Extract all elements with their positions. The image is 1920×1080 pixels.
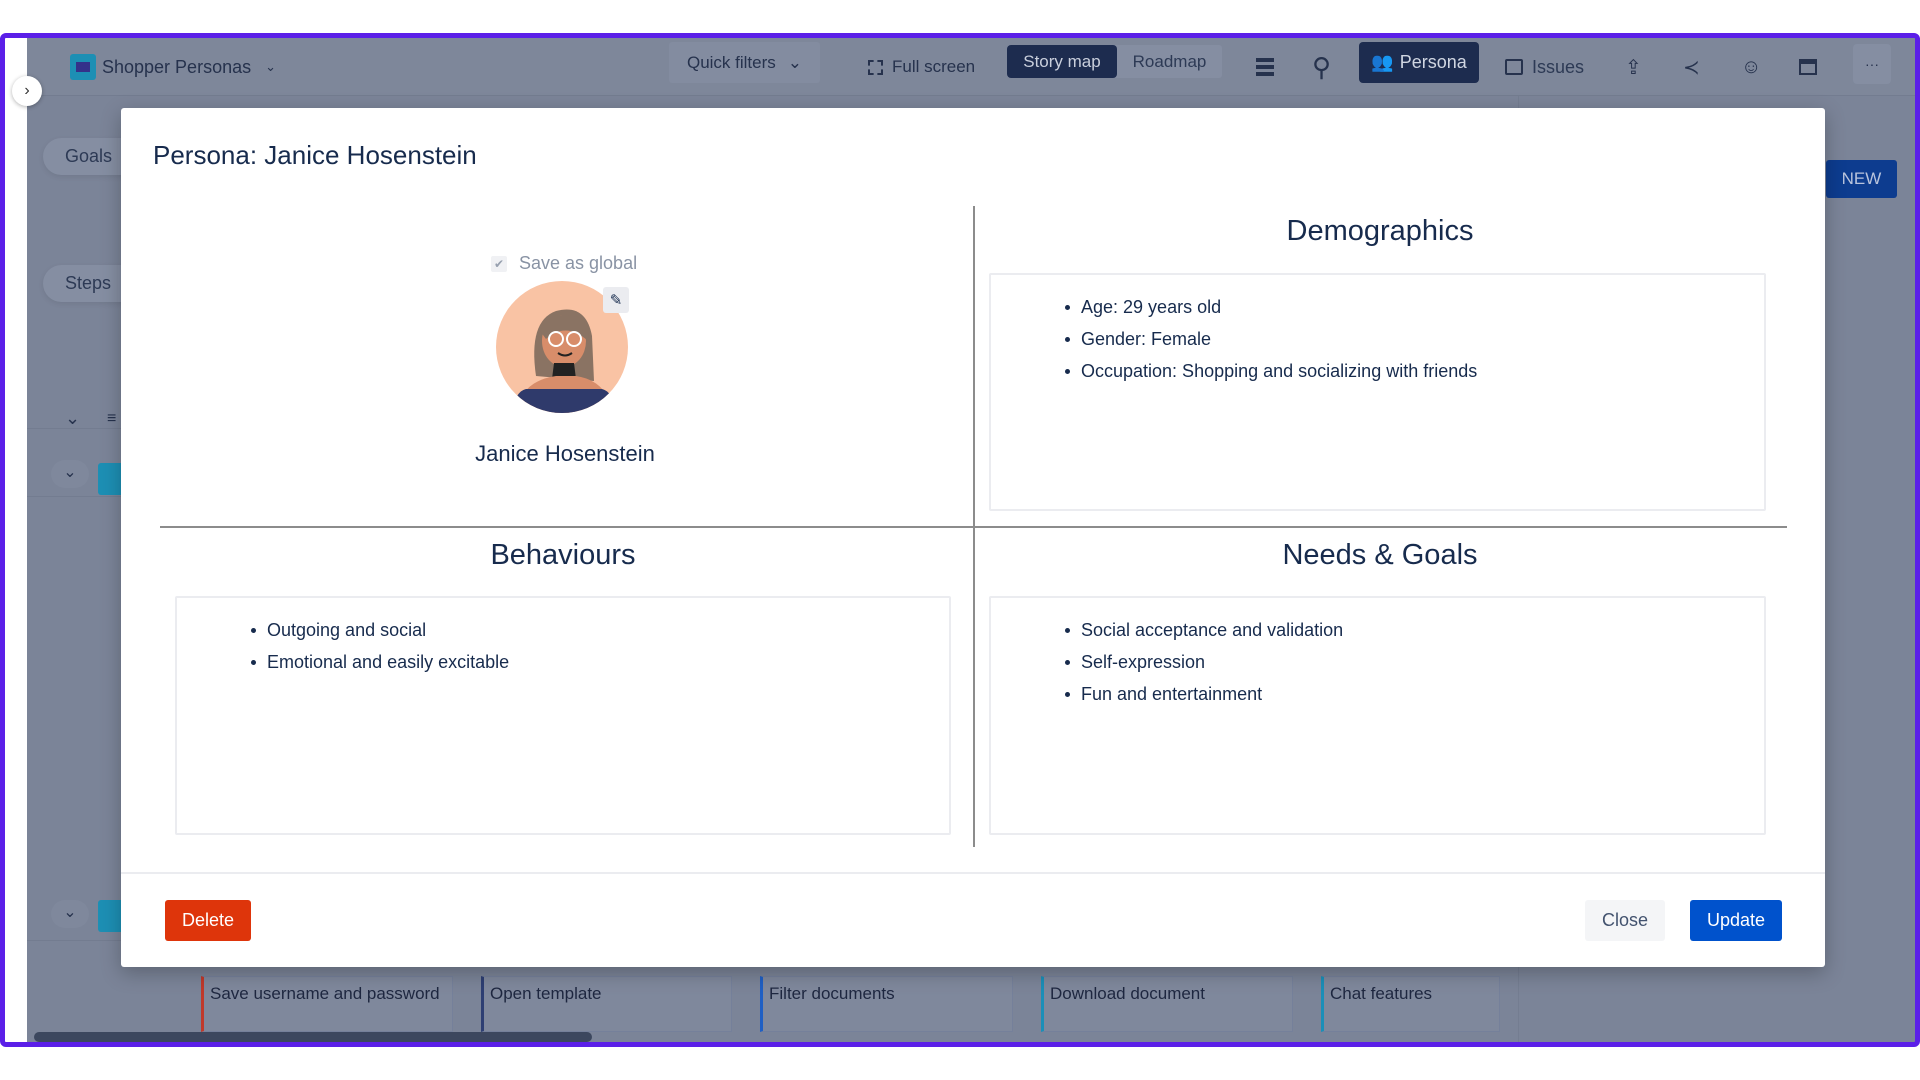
- comment-icon: ☺: [1741, 55, 1762, 78]
- modal-title: Persona: Janice Hosenstein: [153, 140, 477, 170]
- issues-label: Issues: [1532, 56, 1585, 77]
- tab-story-map[interactable]: Story map: [1007, 45, 1117, 78]
- footer-divider: [121, 872, 1825, 874]
- top-bar: Shopper Personas ⌄ Quick filters ⌄ Full s…: [27, 38, 1915, 96]
- persona-label: Persona: [1399, 52, 1467, 72]
- panel-button[interactable]: [1799, 38, 1817, 96]
- expand-sidebar-button[interactable]: ›: [12, 76, 42, 106]
- horizontal-divider: [160, 526, 1787, 528]
- search-button[interactable]: ⚲: [1312, 38, 1331, 96]
- share-button[interactable]: ≺: [1683, 38, 1700, 96]
- export-button[interactable]: ⇪: [1625, 38, 1642, 96]
- comments-button[interactable]: ☺: [1741, 38, 1761, 96]
- persona-button[interactable]: 👥 Persona: [1359, 42, 1479, 83]
- edit-avatar-button[interactable]: ✎: [603, 287, 629, 313]
- view-toggle: Story map Roadmap: [1007, 45, 1222, 78]
- close-button[interactable]: Close: [1585, 900, 1665, 941]
- persona-name: Janice Hosenstein: [475, 441, 655, 466]
- check-icon: ✔: [491, 255, 507, 272]
- horizontal-scrollbar[interactable]: [34, 1032, 592, 1042]
- release-1-toggle[interactable]: ⌄: [51, 460, 89, 488]
- new-button[interactable]: NEW: [1826, 160, 1897, 198]
- list-item: Outgoing and social: [251, 614, 949, 646]
- list-item: Fun and entertainment: [1065, 678, 1764, 710]
- pencil-icon: ✎: [609, 292, 623, 309]
- share-icon: ≺: [1683, 56, 1700, 79]
- project-icon: [70, 54, 96, 80]
- quick-filters-button[interactable]: Quick filters ⌄: [669, 42, 820, 83]
- list-item: Emotional and easily excitable: [251, 646, 949, 678]
- chevron-down-icon: ⌄: [787, 52, 803, 72]
- users-icon: 👥: [1371, 52, 1394, 72]
- upload-icon: ⇪: [1625, 56, 1642, 79]
- quick-filters-label: Quick filters: [686, 52, 776, 72]
- story-card[interactable]: Download document: [1041, 976, 1293, 1032]
- list-item: Gender: Female: [1065, 323, 1764, 355]
- lines-icon: [1256, 58, 1274, 76]
- save-as-global-label: Save as global: [519, 253, 638, 273]
- list-item: Age: 29 years old: [1065, 291, 1764, 323]
- needs-goals-box[interactable]: Social acceptance and validation Self-exp…: [989, 596, 1766, 835]
- project-name: Shopper Personas: [102, 56, 252, 77]
- save-as-global-checkbox[interactable]: ✔ Save as global: [491, 253, 637, 274]
- persona-modal: Persona: Janice Hosenstein ✔ Save as glo…: [121, 108, 1825, 967]
- project-selector[interactable]: Shopper Personas ⌄: [70, 38, 276, 96]
- search-icon: ⚲: [1312, 51, 1332, 82]
- more-button[interactable]: ···: [1853, 44, 1891, 84]
- story-card[interactable]: Chat features: [1321, 976, 1500, 1032]
- tab-roadmap[interactable]: Roadmap: [1117, 45, 1222, 78]
- story-card[interactable]: Filter documents: [760, 976, 1013, 1032]
- chevron-right-icon: ›: [24, 82, 30, 99]
- update-button[interactable]: Update: [1690, 900, 1782, 941]
- chevron-down-icon: ⌄: [265, 59, 277, 74]
- behaviours-box[interactable]: Outgoing and social Emotional and easily …: [175, 596, 951, 835]
- issues-icon: [1505, 59, 1523, 75]
- story-card[interactable]: Open template: [481, 976, 732, 1032]
- demographics-box[interactable]: Age: 29 years old Gender: Female Occupatio…: [989, 273, 1766, 511]
- fullscreen-icon: [868, 59, 883, 75]
- needs-goals-title: Needs & Goals: [1282, 539, 1478, 571]
- story-card[interactable]: Save username and password: [201, 976, 453, 1032]
- layout-button[interactable]: [1256, 38, 1274, 96]
- behaviours-title: Behaviours: [490, 539, 636, 571]
- collapse-all-icon[interactable]: ⌄: [65, 408, 80, 429]
- release-2-toggle[interactable]: ⌄: [51, 900, 89, 928]
- full-screen-label: Full screen: [892, 57, 976, 76]
- panel-icon: [1799, 59, 1817, 75]
- list-item: Self-expression: [1065, 646, 1764, 678]
- filter-icon[interactable]: ≡: [107, 410, 116, 428]
- delete-button[interactable]: Delete: [165, 900, 251, 941]
- issues-button[interactable]: Issues: [1505, 38, 1584, 96]
- demographics-title: Demographics: [1286, 215, 1474, 247]
- full-screen-button[interactable]: Full screen: [868, 38, 975, 96]
- left-strip: [5, 38, 27, 1042]
- list-item: Occupation: Shopping and socializing wit…: [1065, 355, 1764, 387]
- list-item: Social acceptance and validation: [1065, 614, 1764, 646]
